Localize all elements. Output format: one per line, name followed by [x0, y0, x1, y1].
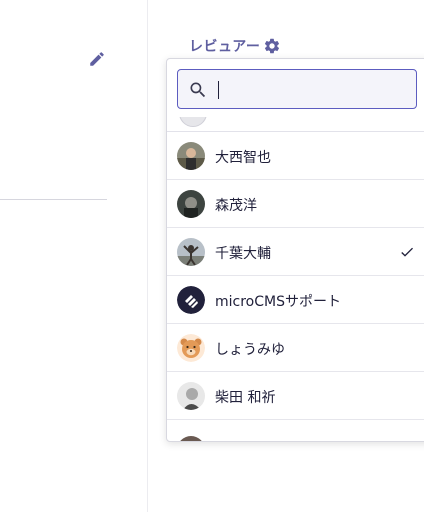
avatar	[177, 238, 205, 266]
list-item[interactable]: 森茂洋	[167, 180, 424, 228]
reviewer-header[interactable]: レビュアー	[189, 36, 281, 56]
member-name: 千葉大輔	[215, 246, 271, 262]
pencil-icon[interactable]	[88, 50, 106, 68]
list-item[interactable]: microCMSサポート	[167, 276, 424, 324]
member-name: しょうみゆ	[215, 342, 285, 358]
list-item[interactable]: 大西智也	[167, 132, 424, 180]
avatar	[179, 117, 207, 127]
member-name: 柴田 和祈	[215, 390, 276, 406]
avatar	[177, 382, 205, 410]
check-icon	[401, 247, 413, 257]
search-input[interactable]	[216, 76, 410, 104]
member-name: microCMSサポート	[215, 294, 341, 310]
search-box[interactable]	[177, 69, 417, 109]
list-item[interactable]: 千葉大輔	[167, 228, 424, 276]
content-pane	[0, 0, 148, 512]
avatar	[177, 190, 205, 218]
member-name: 森茂洋	[215, 198, 257, 214]
reviewer-label: レビュアー	[189, 39, 261, 55]
divider	[0, 199, 107, 200]
member-name: 大西智也	[215, 150, 271, 166]
avatar	[177, 142, 205, 170]
bear-avatar	[177, 334, 205, 362]
search-icon	[190, 82, 206, 98]
text-caret	[218, 81, 219, 99]
avatar	[177, 436, 205, 441]
gear-icon[interactable]	[263, 37, 281, 55]
microcms-logo-avatar	[177, 286, 205, 314]
list-item[interactable]: 柴田 和祈	[167, 372, 424, 420]
list-item[interactable]: しょうみゆ	[167, 324, 424, 372]
reviewer-dropdown: 大西智也 森茂洋 千葉大輔 microCMSサポート しょうみゆ 柴田 和祈	[166, 58, 424, 442]
